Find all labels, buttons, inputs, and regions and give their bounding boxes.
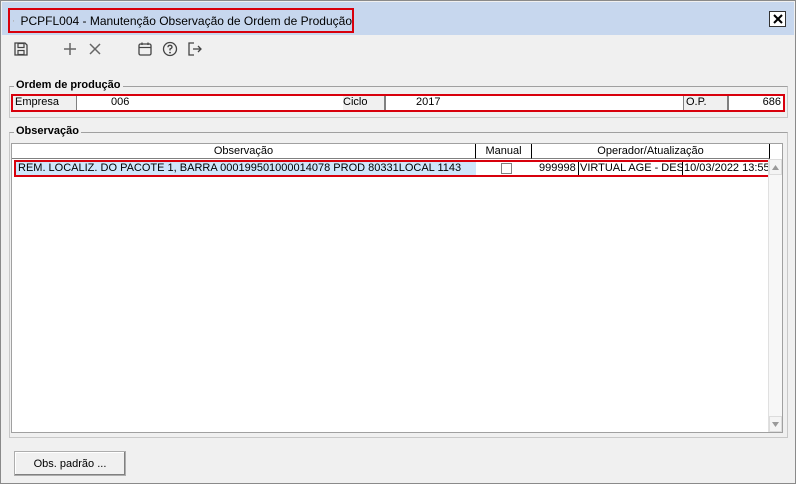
- ordem-producao-legend: Ordem de produção: [14, 79, 123, 91]
- plus-icon: [64, 43, 76, 55]
- title-highlight: PCPFL004 - Manutenção Observação de Orde…: [8, 8, 354, 33]
- exit-icon: [188, 42, 202, 56]
- save-button[interactable]: [12, 40, 30, 58]
- close-icon: [772, 14, 783, 24]
- table-row[interactable]: REM. LOCALIZ. DO PACOTE 1, BARRA 0001995…: [14, 160, 770, 177]
- op-field[interactable]: 686: [728, 96, 783, 110]
- scroll-down-button[interactable]: [769, 416, 782, 432]
- empresa-field[interactable]: 006: [77, 96, 343, 110]
- column-header-operador[interactable]: Operador/Atualização: [532, 144, 770, 159]
- operador-nome-cell: VIRTUAL AGE - DESE: [578, 162, 682, 175]
- empresa-label: Empresa: [13, 96, 77, 110]
- atualizacao-cell: 10/03/2022 13:55:: [682, 162, 768, 175]
- calendar-button[interactable]: [136, 40, 154, 58]
- manual-cell: [476, 162, 538, 175]
- save-icon: [14, 42, 28, 56]
- calendar-icon: [138, 42, 152, 56]
- add-button[interactable]: [61, 40, 79, 58]
- help-icon: [162, 41, 178, 57]
- observacao-cell: REM. LOCALIZ. DO PACOTE 1, BARRA 0001995…: [18, 162, 462, 174]
- scroll-up-button[interactable]: [769, 159, 782, 175]
- observacao-legend: Observação: [14, 125, 81, 137]
- arrow-up-icon: [772, 164, 779, 170]
- ciclo-field[interactable]: 2017: [385, 96, 683, 110]
- grid-header: Observação Manual Operador/Atualização: [12, 144, 770, 159]
- ciclo-label: Ciclo: [343, 96, 385, 110]
- op-label: O.P.: [683, 96, 728, 110]
- column-header-manual[interactable]: Manual: [476, 144, 532, 159]
- column-header-observacao[interactable]: Observação: [12, 144, 476, 159]
- window-title: PCPFL004 - Manutenção Observação de Orde…: [20, 13, 352, 28]
- close-icon: [89, 43, 101, 55]
- arrow-down-icon: [772, 421, 779, 427]
- delete-button[interactable]: [86, 40, 104, 58]
- exit-button[interactable]: [186, 40, 204, 58]
- ordem-producao-fields: Empresa 006 Ciclo 2017 O.P. 686: [11, 94, 785, 112]
- close-window-button[interactable]: [769, 11, 786, 27]
- observacao-grid[interactable]: Observação Manual Operador/Atualização R…: [11, 143, 783, 433]
- title-bar: PCPFL004 - Manutenção Observação de Orde…: [2, 2, 794, 35]
- operador-codigo-cell: 999998: [538, 162, 578, 175]
- toolbar: [2, 35, 794, 63]
- vertical-scrollbar[interactable]: [768, 159, 782, 432]
- help-button[interactable]: [161, 40, 179, 58]
- document-icon: [13, 19, 15, 22]
- obs-padrao-button[interactable]: Obs. padrão ...: [14, 451, 126, 476]
- manual-checkbox[interactable]: [501, 163, 512, 174]
- obs-padrao-label: Obs. padrão ...: [33, 457, 107, 470]
- window: PCPFL004 - Manutenção Observação de Orde…: [0, 0, 796, 484]
